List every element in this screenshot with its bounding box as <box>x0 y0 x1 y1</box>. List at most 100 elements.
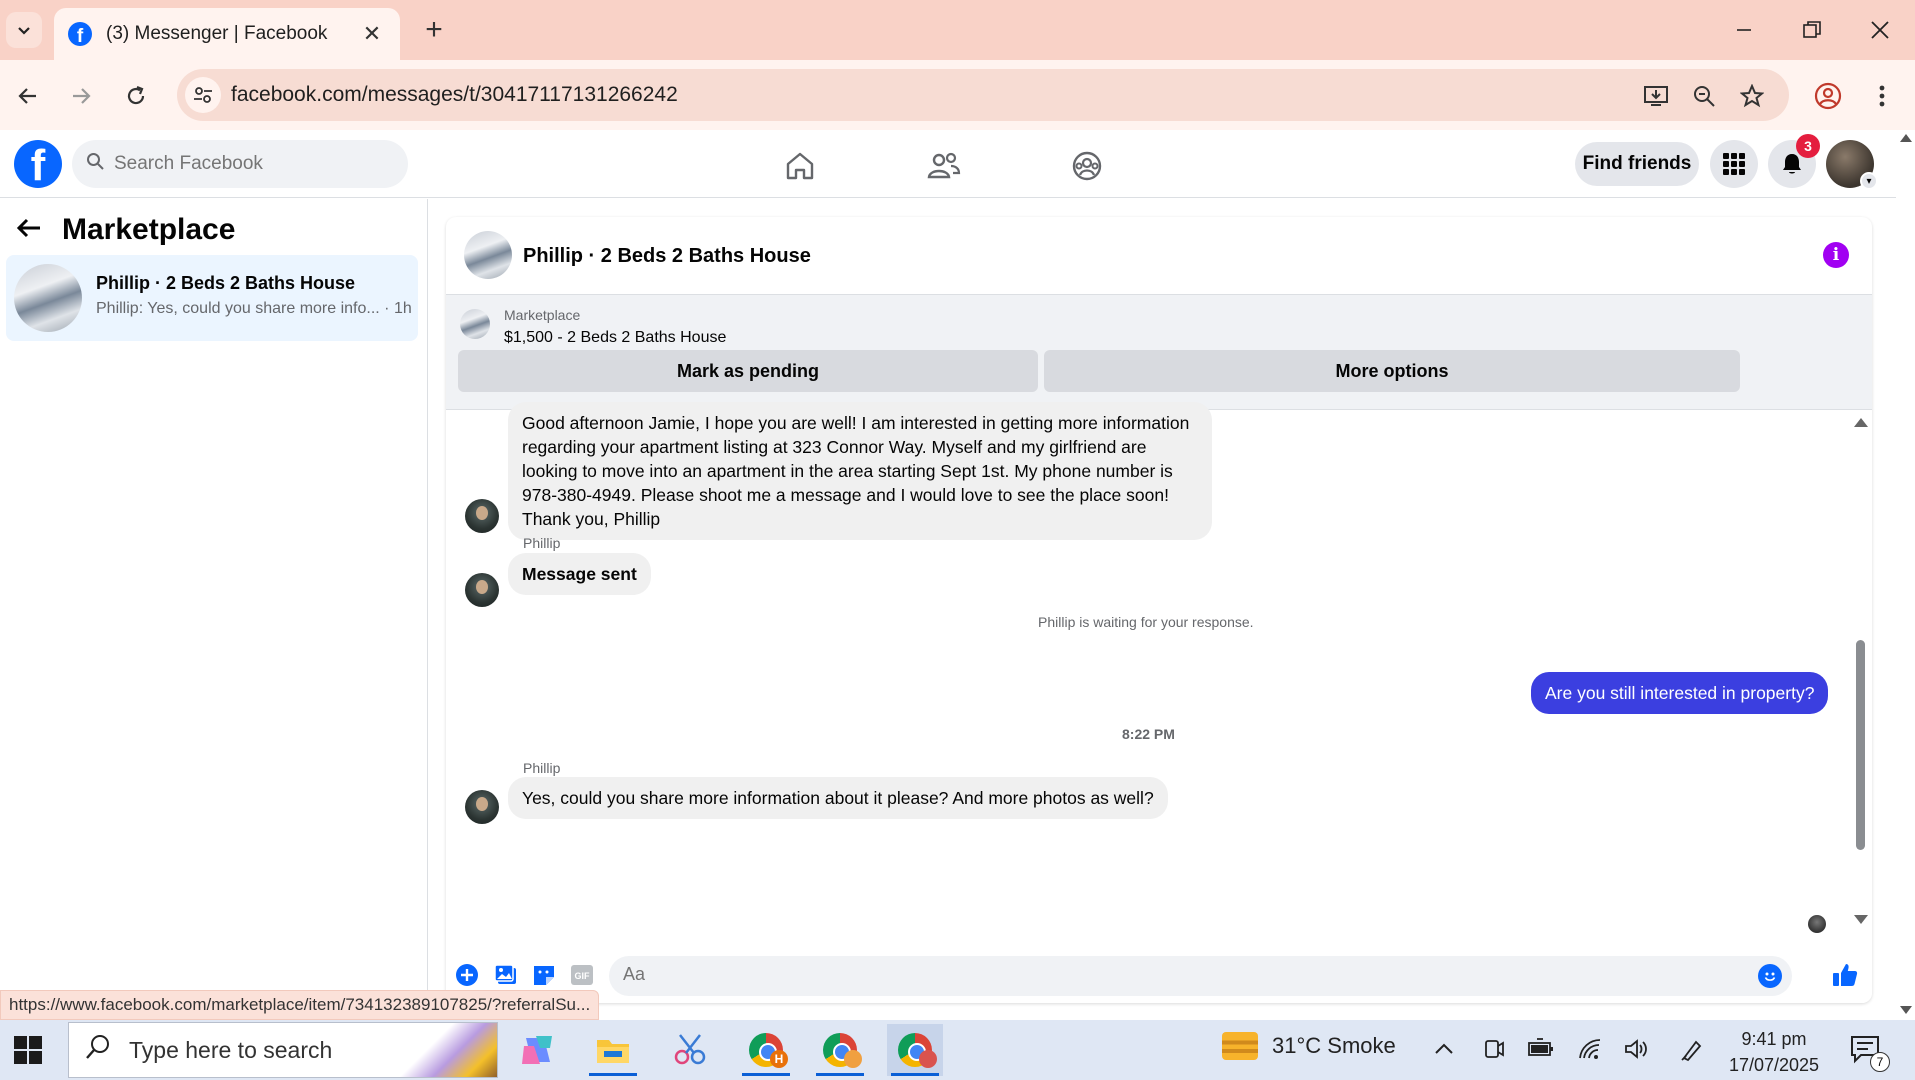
scroll-up-icon[interactable] <box>1900 134 1912 142</box>
meet-now-icon[interactable] <box>1482 1038 1504 1066</box>
search-input[interactable] <box>114 153 374 175</box>
tab-close-icon[interactable]: ✕ <box>358 21 386 47</box>
chat-listing-thumbnail[interactable] <box>464 231 512 279</box>
windows-logo-icon <box>14 1036 42 1064</box>
weather-widget[interactable]: 31°C Smoke <box>1222 1032 1396 1060</box>
scroll-up-icon[interactable] <box>1854 418 1868 427</box>
mark-as-pending-button[interactable]: Mark as pending <box>458 350 1038 392</box>
zoom-icon[interactable] <box>1689 81 1719 111</box>
back-button[interactable] <box>8 76 48 116</box>
listing-banner: Marketplace $1,500 - 2 Beds 2 Baths Hous… <box>446 295 1872 410</box>
listing-title[interactable]: $1,500 - 2 Beds 2 Baths House <box>504 329 726 347</box>
menu-button[interactable] <box>1710 140 1758 188</box>
volume-icon[interactable] <box>1624 1038 1650 1066</box>
sender-name: Phillip <box>523 535 561 551</box>
emoji-icon[interactable] <box>1758 964 1782 988</box>
conversation-item[interactable]: Phillip · 2 Beds 2 Baths House Phillip: … <box>6 255 418 341</box>
system-note: Phillip is waiting for your response. <box>1038 614 1254 630</box>
friends-nav-button[interactable] <box>924 146 964 186</box>
page-scrollbar[interactable] <box>1896 130 1915 1020</box>
browser-menu-button[interactable] <box>1862 76 1902 116</box>
thumbs-up-icon <box>1833 964 1858 986</box>
message-input-wrapper[interactable] <box>609 956 1792 996</box>
minimize-icon <box>1737 29 1751 31</box>
seen-receipt-avatar <box>1808 915 1826 933</box>
account-avatar[interactable]: ▾ <box>1826 140 1878 190</box>
chevron-down-icon: ▾ <box>1860 172 1878 190</box>
install-app-icon[interactable] <box>1641 81 1671 111</box>
minimize-window-button[interactable] <box>1710 8 1778 52</box>
message-input[interactable] <box>623 964 1723 985</box>
kebab-menu-icon <box>1879 85 1885 107</box>
taskbar-search-placeholder[interactable]: Type here to search <box>129 1037 332 1064</box>
grid-menu-icon <box>1723 153 1745 175</box>
site-info-icon[interactable] <box>185 77 221 113</box>
home-nav-button[interactable] <box>780 146 820 186</box>
profile-button[interactable] <box>1808 76 1848 116</box>
battery-icon[interactable] <box>1528 1038 1554 1064</box>
message-scrollbar[interactable] <box>1852 410 1868 940</box>
active-indicator <box>589 1073 637 1076</box>
plus-circle-icon <box>456 964 478 986</box>
taskbar-chrome-profile-h[interactable]: H <box>738 1024 794 1076</box>
taskbar-chrome-profile-2[interactable] <box>812 1024 868 1076</box>
facebook-header: f Find friends 3 ▾ <box>0 130 1896 198</box>
add-attachment-button[interactable] <box>454 962 480 988</box>
taskbar-file-explorer[interactable] <box>585 1024 641 1076</box>
profile-icon <box>1814 82 1842 110</box>
taskbar-clock[interactable]: 9:41 pm 17/07/2025 <box>1722 1026 1826 1078</box>
gif-button[interactable]: GIF <box>569 962 595 988</box>
chat-header: Phillip · 2 Beds 2 Baths House i <box>446 217 1872 295</box>
forward-button[interactable] <box>61 76 101 116</box>
notification-center-button[interactable]: 7 <box>1850 1034 1890 1072</box>
pen-ink-icon[interactable] <box>1680 1038 1704 1068</box>
listing-small-thumbnail[interactable] <box>460 309 490 339</box>
close-icon <box>1871 21 1889 39</box>
message-bubble: Message sent <box>508 553 651 595</box>
find-friends-button[interactable]: Find friends <box>1575 142 1699 186</box>
arrow-left-icon <box>18 88 36 104</box>
wifi-icon[interactable] <box>1578 1038 1602 1066</box>
gif-icon: GIF <box>571 965 593 985</box>
sender-avatar[interactable] <box>465 790 499 824</box>
show-hidden-icons-chevron-icon[interactable] <box>1434 1038 1454 1061</box>
windows-start-button[interactable] <box>14 1036 42 1064</box>
chat-panel: Phillip · 2 Beds 2 Baths House i Marketp… <box>446 217 1872 1003</box>
attach-photo-button[interactable] <box>493 962 519 988</box>
taskbar-snipping-tool[interactable] <box>662 1024 718 1076</box>
scrollbar-thumb[interactable] <box>1856 640 1865 850</box>
scroll-down-icon[interactable] <box>1854 915 1868 924</box>
address-bar[interactable]: facebook.com/messages/t/3041711713126624… <box>177 69 1789 121</box>
taskbar-copilot[interactable] <box>510 1024 566 1076</box>
chat-title[interactable]: Phillip · 2 Beds 2 Baths House <box>523 245 811 268</box>
new-tab-button[interactable]: + <box>416 12 452 48</box>
facebook-search[interactable] <box>72 140 408 188</box>
search-highlight-art <box>387 1023 497 1077</box>
clock-time: 9:41 pm <box>1741 1029 1807 1049</box>
tab-search-button[interactable] <box>6 12 42 48</box>
more-options-button[interactable]: More options <box>1044 350 1740 392</box>
groups-nav-button[interactable] <box>1067 146 1107 186</box>
search-icon <box>86 152 104 176</box>
profile-avatar-badge-icon <box>844 1050 862 1068</box>
taskbar-chrome-profile-3[interactable] <box>887 1024 943 1076</box>
sender-avatar[interactable] <box>465 573 499 607</box>
restore-window-button[interactable] <box>1778 8 1846 52</box>
svg-text:GIF: GIF <box>575 971 591 981</box>
sender-avatar[interactable] <box>465 499 499 533</box>
reload-button[interactable] <box>116 76 156 116</box>
sender-name: Phillip <box>523 760 561 776</box>
url-text[interactable]: facebook.com/messages/t/3041711713126624… <box>231 83 678 107</box>
message-bubble: Yes, could you share more information ab… <box>508 777 1168 819</box>
facebook-logo-icon[interactable]: f <box>14 140 62 188</box>
bookmark-star-icon[interactable] <box>1737 81 1767 111</box>
close-window-button[interactable] <box>1846 8 1914 52</box>
info-icon[interactable]: i <box>1823 242 1849 268</box>
link-status-bar: https://www.facebook.com/marketplace/ite… <box>0 990 600 1020</box>
browser-tab-messenger[interactable]: f (3) Messenger | Facebook ✕ <box>54 8 400 60</box>
sticker-button[interactable] <box>531 962 557 988</box>
like-button[interactable] <box>1832 962 1858 988</box>
taskbar-search[interactable]: Type here to search <box>68 1022 498 1078</box>
scroll-down-icon[interactable] <box>1900 1006 1912 1014</box>
back-arrow-icon[interactable] <box>16 215 42 247</box>
